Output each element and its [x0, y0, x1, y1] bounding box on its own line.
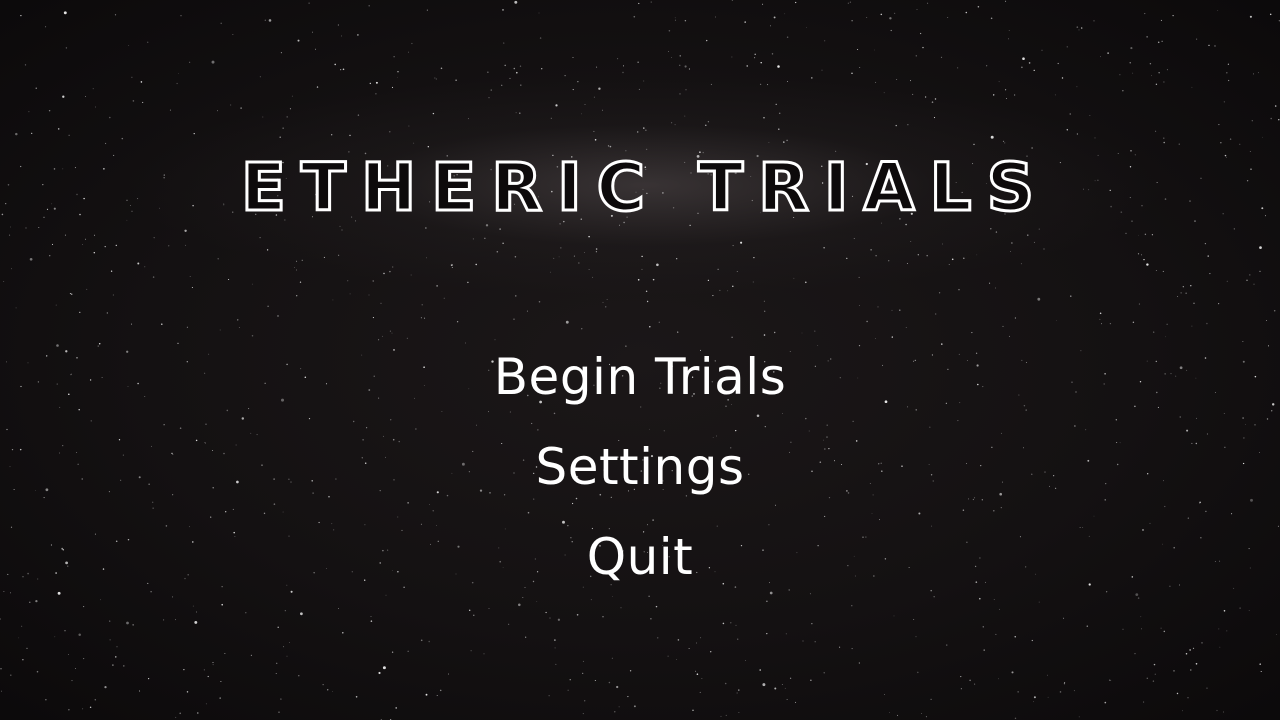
quit-button[interactable]: Quit [440, 512, 840, 602]
main-menu: Begin Trials Settings Quit [0, 332, 1280, 602]
game-title: ETHERIC TRIALS [0, 148, 1280, 228]
begin-trials-button[interactable]: Begin Trials [440, 332, 840, 422]
main-menu-screen: ETHERIC TRIALS Begin Trials Settings Qui… [0, 0, 1280, 720]
game-title-text: ETHERIC TRIALS [241, 149, 1049, 226]
settings-button[interactable]: Settings [440, 422, 840, 512]
game-title-logo: ETHERIC TRIALS [239, 148, 1049, 228]
